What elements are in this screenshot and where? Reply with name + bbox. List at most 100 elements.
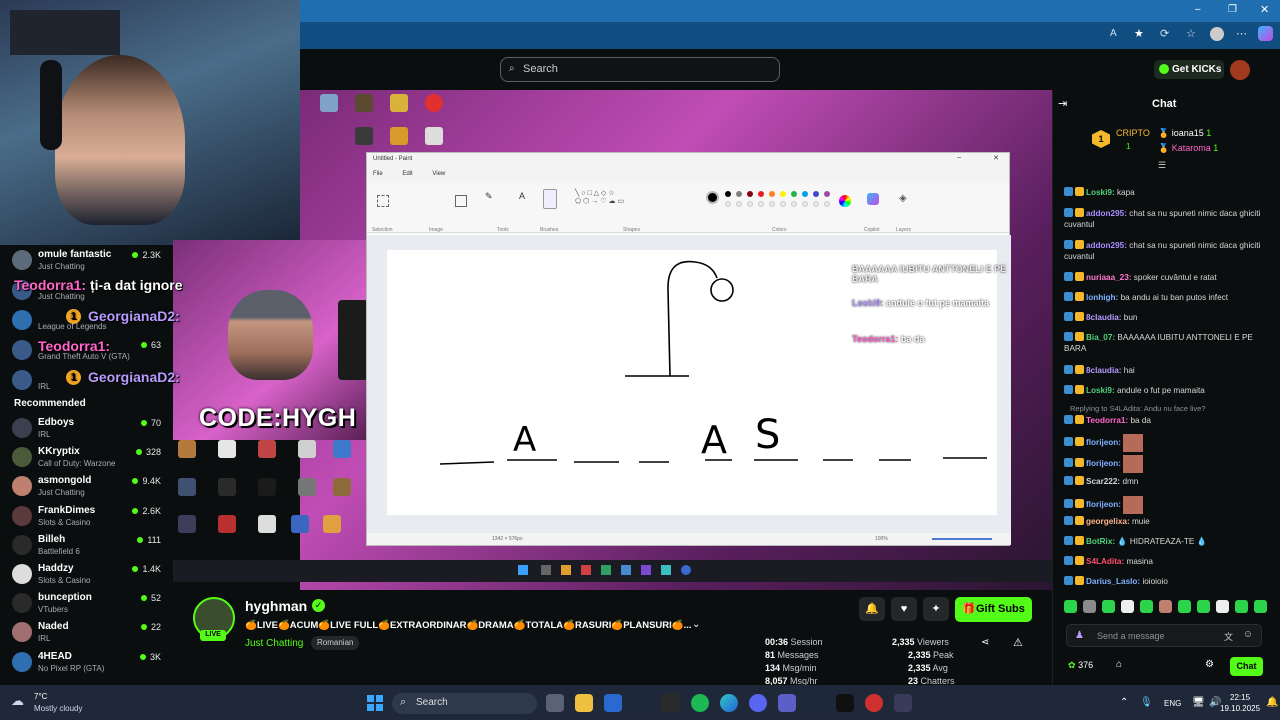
- chat-message[interactable]: Darius_Laslo: ioioioio: [1064, 576, 1274, 587]
- palette-color-swatch[interactable]: [736, 191, 742, 197]
- recommended-channel[interactable]: Naded IRL 22: [12, 619, 167, 649]
- taskbar-search[interactable]: ⌕ Search: [392, 693, 537, 714]
- clock-time[interactable]: 22:15: [1230, 693, 1250, 702]
- palette-custom-swatch[interactable]: [747, 201, 753, 207]
- channel-points[interactable]: ✿ 376: [1068, 660, 1093, 671]
- palette-color-swatch[interactable]: [747, 191, 753, 197]
- spotify-icon[interactable]: [691, 694, 709, 712]
- palette-color-swatch[interactable]: [791, 191, 797, 197]
- chat-message[interactable]: florijeon:: [1064, 434, 1274, 452]
- menu-file[interactable]: File: [373, 171, 383, 177]
- input-language[interactable]: ENG: [1164, 699, 1181, 708]
- gift-subs-button[interactable]: 🎁 Gift Subs: [955, 597, 1032, 622]
- chat-message[interactable]: Loski9: kapa: [1064, 187, 1274, 198]
- weather-icon[interactable]: ☁: [11, 693, 24, 709]
- store-icon[interactable]: ⌂: [1116, 659, 1122, 670]
- edit-colors-icon[interactable]: [839, 195, 851, 207]
- palette-custom-swatch[interactable]: [813, 201, 819, 207]
- share-icon[interactable]: ⋖: [981, 637, 989, 648]
- weather-temp[interactable]: 7°C: [34, 692, 47, 701]
- recommended-channel[interactable]: Haddzy Slots & Casino 1.4K: [12, 561, 167, 591]
- paint-minimize-icon[interactable]: –: [957, 154, 961, 161]
- chat-message[interactable]: addon295: chat sa nu spuneti nimic daca …: [1064, 240, 1274, 262]
- palette-color-swatch[interactable]: [769, 191, 775, 197]
- pinned-user[interactable]: 🏅 ioana15 1: [1158, 128, 1211, 139]
- chat-message[interactable]: S4LAdita: masina: [1064, 556, 1274, 567]
- recommended-channel[interactable]: Edboys IRL 70: [12, 415, 167, 445]
- extensions-icon[interactable]: ⟳: [1160, 27, 1169, 40]
- pinned-user[interactable]: CRIPTO: [1116, 128, 1150, 138]
- palette-custom-swatch[interactable]: [802, 201, 808, 207]
- zoom-slider[interactable]: [932, 538, 992, 540]
- store-app-icon[interactable]: [604, 694, 622, 712]
- search-input[interactable]: ⌕ Search: [500, 57, 780, 82]
- get-kicks-button[interactable]: Get KICKs: [1154, 60, 1224, 79]
- chat-settings-gear-icon[interactable]: ⚙: [1205, 659, 1214, 670]
- recommended-channel[interactable]: 4HEAD No Pixel RP (GTA) 3K: [12, 649, 167, 679]
- browser-address-bar[interactable]: A ★ ⟳ ☆ ⋯: [300, 22, 1280, 49]
- task-view-icon[interactable]: [546, 694, 564, 712]
- recommended-channel[interactable]: FrankDimes Slots & Casino 2.6K: [12, 503, 167, 533]
- chat-send-button[interactable]: Chat: [1230, 657, 1263, 676]
- emote-icon[interactable]: [1121, 600, 1134, 613]
- palette-color-swatch[interactable]: [780, 191, 786, 197]
- edge-icon[interactable]: [720, 694, 738, 712]
- emoji-icon[interactable]: ☺: [1243, 629, 1253, 640]
- channel-name[interactable]: hyghman: [245, 598, 307, 614]
- chevron-down-icon[interactable]: ⌄: [692, 619, 700, 630]
- palette-custom-swatch[interactable]: [758, 201, 764, 207]
- followed-channel[interactable]: omule fantastic Just Chatting 2.3K: [12, 247, 167, 277]
- notifications-bell-icon[interactable]: 🔔: [859, 597, 885, 621]
- terminal-icon[interactable]: [836, 694, 854, 712]
- pencil-icon[interactable]: ✎: [485, 191, 493, 202]
- chat-message[interactable]: Teodorra1: ba da: [1064, 415, 1274, 426]
- selection-icon[interactable]: [377, 195, 389, 207]
- emote-icon[interactable]: [1254, 600, 1267, 613]
- copilot-icon[interactable]: [1258, 26, 1273, 41]
- more-icon[interactable]: ⋯: [1236, 27, 1247, 40]
- shapes-gallery[interactable]: ╲○□△◇☆ ⬠⬡→♡☁▭: [575, 189, 645, 211]
- palette-color-swatch[interactable]: [824, 191, 830, 197]
- palette-color-swatch[interactable]: [802, 191, 808, 197]
- chat-message[interactable]: Loski9: andule o fut pe mamaita: [1064, 385, 1274, 396]
- emote-icon[interactable]: [1178, 600, 1191, 613]
- image-crop-icon[interactable]: [455, 195, 467, 207]
- translate-icon[interactable]: 文: [1224, 630, 1233, 643]
- close-icon[interactable]: ✕: [1260, 3, 1269, 16]
- discord-icon[interactable]: [749, 694, 767, 712]
- maximize-icon[interactable]: ❐: [1228, 4, 1237, 15]
- chat-message[interactable]: 8claudia: hai: [1064, 365, 1274, 376]
- recommended-channel[interactable]: Billeh Battlefield 6 111: [12, 532, 167, 562]
- favorite-star-icon[interactable]: ★: [1134, 27, 1144, 40]
- network-icon[interactable]: 🖥: [1192, 697, 1205, 708]
- collapse-chat-icon[interactable]: ⇥: [1058, 97, 1067, 110]
- read-aloud-icon[interactable]: A: [1110, 28, 1117, 39]
- palette-custom-swatch[interactable]: [725, 201, 731, 207]
- file-explorer-icon[interactable]: [575, 694, 593, 712]
- collections-icon[interactable]: ☆: [1186, 27, 1196, 40]
- palette-color-swatch[interactable]: [813, 191, 819, 197]
- emote-icon[interactable]: [1197, 600, 1210, 613]
- chat-message[interactable]: addon295: chat sa nu spuneti nimic daca …: [1064, 208, 1274, 230]
- subscribe-icon[interactable]: ✦: [923, 597, 949, 621]
- recommended-channel[interactable]: asmongold Just Chatting 9.4K: [12, 473, 167, 503]
- palette-custom-swatch[interactable]: [736, 201, 742, 207]
- emote-icon[interactable]: [1216, 600, 1229, 613]
- layers-icon[interactable]: ◈: [899, 193, 907, 204]
- stream-category[interactable]: Just Chatting: [245, 638, 303, 649]
- palette-custom-swatch[interactable]: [769, 201, 775, 207]
- tray-chevron-icon[interactable]: ⌃: [1120, 697, 1128, 708]
- emote-icon[interactable]: [1064, 600, 1077, 613]
- menu-view[interactable]: View: [432, 171, 445, 177]
- pinned-user[interactable]: 🏅 Kataroma 1: [1158, 143, 1218, 154]
- teams-icon[interactable]: [778, 694, 796, 712]
- palette-color-swatch[interactable]: [758, 191, 764, 197]
- chat-message[interactable]: Scar222: dmn: [1064, 476, 1274, 487]
- palette-custom-swatch[interactable]: [780, 201, 786, 207]
- paint-close-icon[interactable]: ✕: [993, 154, 999, 162]
- chat-message[interactable]: florijeon:: [1064, 496, 1274, 514]
- emote-icon[interactable]: [1140, 600, 1153, 613]
- follow-heart-icon[interactable]: ♥: [891, 597, 917, 621]
- menu-edit[interactable]: Edit: [402, 171, 412, 177]
- chat-message[interactable]: nuriaaa_23: spoker cuvântul e ratat: [1064, 272, 1274, 283]
